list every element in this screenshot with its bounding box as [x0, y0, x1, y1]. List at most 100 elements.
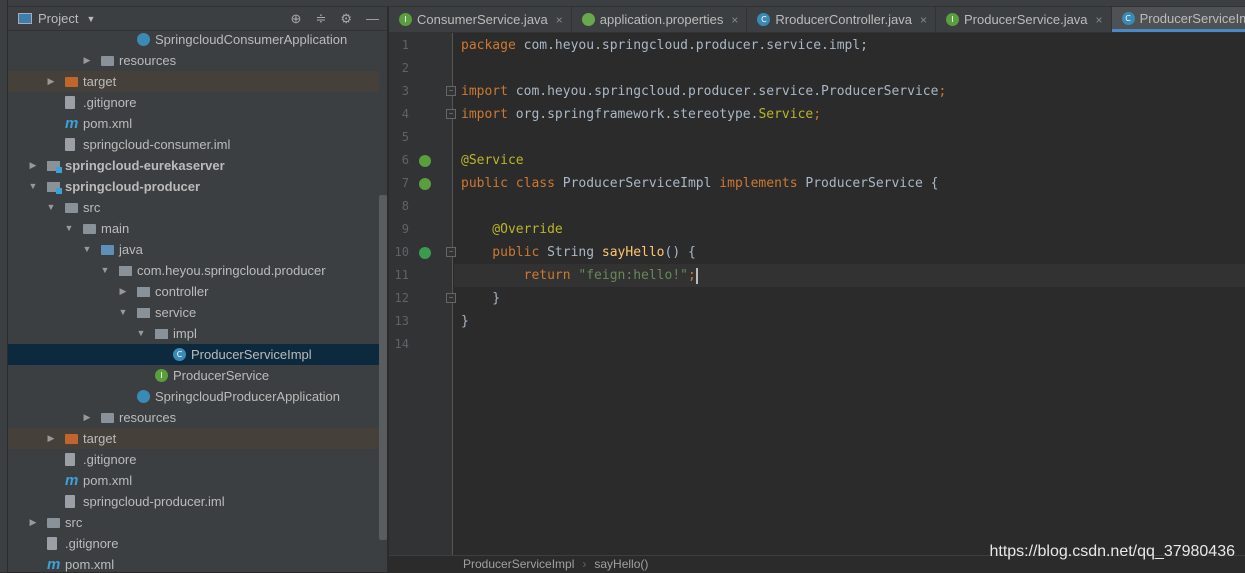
- code-line[interactable]: import com.heyou.springcloud.producer.se…: [454, 80, 1245, 103]
- code-line[interactable]: public class ProducerServiceImpl impleme…: [454, 172, 1245, 195]
- tree-item[interactable]: .gitignore: [8, 449, 379, 470]
- tree-scrollbar[interactable]: [379, 195, 387, 540]
- caret-right-icon[interactable]: ▶: [27, 155, 39, 176]
- tree-item[interactable]: I ProducerService: [8, 365, 379, 386]
- code-token: import: [461, 107, 516, 122]
- caret-down-icon[interactable]: ▼: [135, 323, 147, 344]
- code-line[interactable]: [454, 333, 1245, 356]
- code-line[interactable]: [454, 57, 1245, 80]
- tree-item-label: SpringcloudConsumerApplication: [155, 32, 348, 47]
- target-folder-icon: [65, 434, 78, 444]
- caret-right-icon[interactable]: ▶: [117, 281, 129, 302]
- tree-item[interactable]: ▶ resources: [8, 50, 379, 71]
- tree-item[interactable]: ▶ resources: [8, 407, 379, 428]
- caret-down-icon[interactable]: ▼: [117, 302, 129, 323]
- line-number: 12: [394, 291, 409, 305]
- locate-icon[interactable]: ⊕: [291, 11, 302, 27]
- line-number: 5: [401, 130, 409, 144]
- tree-item[interactable]: ▼ impl: [8, 323, 379, 344]
- tree-item[interactable]: ▼ main: [8, 218, 379, 239]
- file-icon: [65, 453, 75, 466]
- code-token: @Service: [461, 153, 524, 168]
- close-icon[interactable]: ×: [1096, 13, 1103, 27]
- line-number: 4: [401, 107, 409, 121]
- tree-item[interactable]: m pom.xml: [8, 113, 379, 134]
- tree-item[interactable]: springcloud-consumer.iml: [8, 134, 379, 155]
- tree-item[interactable]: C ProducerServiceImpl: [8, 344, 379, 365]
- code-line[interactable]: }: [454, 287, 1245, 310]
- watermark: https://blog.csdn.net/qq_37980436: [989, 543, 1235, 560]
- tree-item[interactable]: m pom.xml: [8, 470, 379, 491]
- spring-bean-icon[interactable]: [419, 155, 431, 167]
- tab-rroducercontroller-java[interactable]: C RroducerController.java ×: [747, 7, 936, 32]
- tree-item-label: .gitignore: [83, 95, 137, 110]
- tree-item[interactable]: ▼ springcloud-producer: [8, 176, 379, 197]
- tree-item[interactable]: springcloud-producer.iml: [8, 491, 379, 512]
- tab-label: ProducerServiceImpl: [1139, 10, 1245, 26]
- caret-right-icon[interactable]: ▶: [81, 407, 93, 428]
- tree-item[interactable]: .gitignore: [8, 533, 379, 554]
- close-icon[interactable]: ×: [920, 13, 927, 27]
- tree-item[interactable]: ▼ service: [8, 302, 379, 323]
- line-number: 3: [401, 84, 409, 98]
- tab-application-properties[interactable]: application.properties ×: [572, 7, 748, 32]
- chevron-down-icon[interactable]: ▼: [86, 14, 95, 24]
- code-token: String: [547, 245, 602, 260]
- spring-app-icon: [137, 390, 150, 403]
- caret-right-icon[interactable]: ▶: [45, 428, 57, 449]
- tree-item[interactable]: ▶ controller: [8, 281, 379, 302]
- tree-item[interactable]: ▼ java: [8, 239, 379, 260]
- tab-producerservice-java[interactable]: I ProducerService.java ×: [936, 7, 1112, 32]
- caret-down-icon[interactable]: ▼: [63, 218, 75, 239]
- caret-right-icon[interactable]: ▶: [81, 50, 93, 71]
- close-icon[interactable]: ×: [556, 13, 563, 27]
- navigation-bar: [8, 0, 1245, 7]
- tree-item[interactable]: m pom.xml: [8, 554, 379, 572]
- spring-bean-class-icon[interactable]: [419, 178, 431, 190]
- tree-item-label: com.heyou.springcloud.producer: [137, 263, 326, 278]
- tab-label: application.properties: [599, 12, 724, 27]
- breadcrumb-class[interactable]: ProducerServiceImpl: [463, 557, 574, 571]
- spring-icon: [581, 13, 595, 26]
- caret-down-icon[interactable]: ▼: [27, 176, 39, 197]
- code-line[interactable]: @Override: [454, 218, 1245, 241]
- tree-item[interactable]: ▼ src: [8, 197, 379, 218]
- gear-icon[interactable]: ⚙: [340, 11, 352, 27]
- code-line[interactable]: package com.heyou.springcloud.producer.s…: [454, 34, 1245, 57]
- line-number: 13: [394, 314, 409, 328]
- caret-down-icon[interactable]: ▼: [81, 239, 93, 260]
- project-view-selector[interactable]: Project: [38, 11, 78, 26]
- tab-producerserviceimpl[interactable]: C ProducerServiceImpl: [1111, 7, 1245, 32]
- tree-item-label: src: [65, 515, 83, 530]
- tree-item[interactable]: .gitignore: [8, 92, 379, 113]
- tree-item[interactable]: SpringcloudProducerApplication: [8, 386, 379, 407]
- caret-right-icon[interactable]: ▶: [45, 71, 57, 92]
- tree-item[interactable]: ▶ target: [8, 428, 379, 449]
- code-token: return: [461, 268, 579, 283]
- code-line[interactable]: public String sayHello() {: [454, 241, 1245, 264]
- maven-icon: m: [65, 472, 79, 489]
- tab-consumerservice-java[interactable]: I ConsumerService.java ×: [389, 7, 572, 32]
- caret-down-icon[interactable]: ▼: [45, 197, 57, 218]
- tree-item[interactable]: ▶ src: [8, 512, 379, 533]
- close-icon[interactable]: ×: [731, 13, 738, 27]
- module-icon: [47, 182, 62, 194]
- minimize-icon[interactable]: —: [366, 11, 379, 27]
- collapse-all-icon[interactable]: ≑: [315, 11, 326, 27]
- breadcrumb-method[interactable]: sayHello(): [594, 557, 648, 571]
- code-line[interactable]: return "feign:hello!";: [454, 264, 1245, 287]
- tree-item[interactable]: SpringcloudConsumerApplication: [8, 29, 379, 50]
- implements-method-icon[interactable]: [419, 247, 431, 259]
- code-line[interactable]: [454, 195, 1245, 218]
- code-line[interactable]: }: [454, 310, 1245, 333]
- code-editor[interactable]: package com.heyou.springcloud.producer.s…: [454, 33, 1245, 555]
- caret-down-icon[interactable]: ▼: [99, 260, 111, 281]
- code-line[interactable]: @Service: [454, 149, 1245, 172]
- tree-item[interactable]: ▼ com.heyou.springcloud.producer: [8, 260, 379, 281]
- code-line[interactable]: [454, 126, 1245, 149]
- tree-item[interactable]: ▶ springcloud-eurekaserver: [8, 155, 379, 176]
- caret-right-icon[interactable]: ▶: [27, 512, 39, 533]
- tree-item[interactable]: ▶ target: [8, 71, 379, 92]
- code-line[interactable]: import org.springframework.stereotype.Se…: [454, 103, 1245, 126]
- tool-window-strip[interactable]: [0, 0, 8, 572]
